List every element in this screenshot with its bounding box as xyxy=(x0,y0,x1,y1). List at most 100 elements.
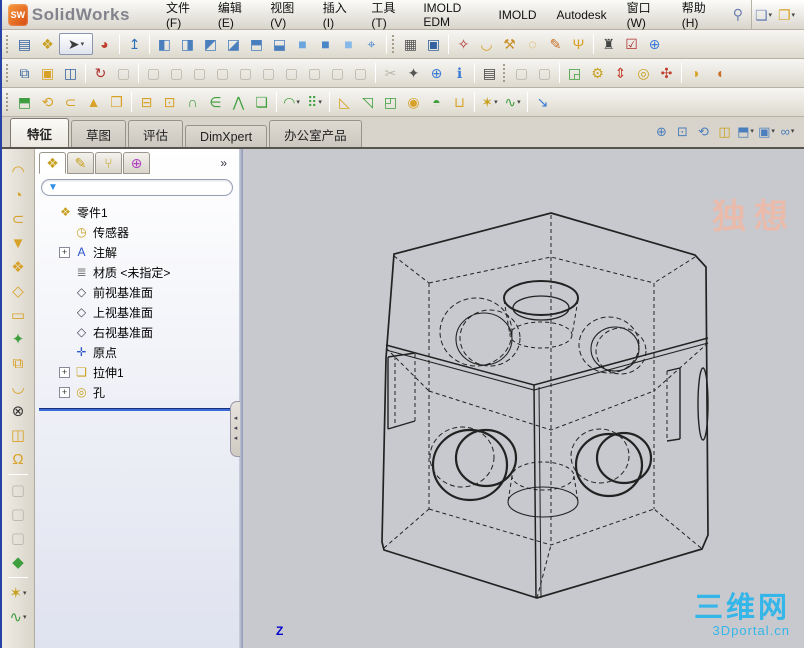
rollback-bar[interactable] xyxy=(39,408,235,411)
dropdown-arrow-icon[interactable]: ▾ xyxy=(791,127,795,135)
mirror-icon[interactable]: ⊔ xyxy=(448,91,471,113)
extruded-boss-icon[interactable]: ⬒ xyxy=(13,91,36,113)
properties-icon[interactable]: ▤ xyxy=(13,33,36,55)
dropdown-arrow-icon[interactable]: ▾ xyxy=(296,98,300,106)
zoom-to-fit-icon[interactable]: ⊕ xyxy=(651,121,672,141)
search-blue-icon[interactable]: ⊕ xyxy=(643,33,666,55)
dropdown-arrow-icon[interactable]: ▾ xyxy=(81,40,85,48)
view-iso-icon[interactable]: ■ xyxy=(291,33,314,55)
boundary-surface-icon[interactable]: ❖ xyxy=(6,255,30,279)
info-icon[interactable]: ℹ xyxy=(448,62,471,84)
tree-item[interactable]: + ◎ 孔 xyxy=(41,382,239,402)
fillet-surface-icon[interactable]: ◆ xyxy=(6,550,30,574)
swept-boss-icon[interactable]: ⊂ xyxy=(59,91,82,113)
menu-item-编辑(E)[interactable]: 编辑(E) xyxy=(208,0,260,34)
reference-geometry-icon[interactable]: ✶ ▾ xyxy=(6,581,30,605)
draft-icon[interactable]: ◹ xyxy=(356,91,379,113)
magic-wand-icon[interactable]: ✦ xyxy=(402,62,425,84)
zoom-to-area-icon[interactable]: ⊡ xyxy=(672,121,693,141)
paint-check-icon[interactable]: ✎ xyxy=(544,33,567,55)
view-cube-back-icon[interactable]: ◨ xyxy=(176,33,199,55)
shell-icon[interactable]: ◰ xyxy=(379,91,402,113)
tab-评估[interactable]: 评估 xyxy=(128,120,184,147)
tree-item[interactable]: ◇ 右视基准面 xyxy=(41,322,239,342)
design-checker-icon[interactable]: ☑ xyxy=(620,33,643,55)
menu-item-窗口(W)[interactable]: 窗口(W) xyxy=(617,0,672,34)
extruded-surface-icon[interactable]: ◠ xyxy=(6,159,30,183)
appearance-boat-icon[interactable]: ◗ xyxy=(685,62,708,84)
open-document-button[interactable]: ❐ ▾ xyxy=(775,4,798,26)
lofted-surface-icon[interactable]: ▼ xyxy=(6,231,30,255)
tree-item[interactable]: + A 注解 xyxy=(41,242,239,262)
fillet-icon[interactable]: ◠ ▾ xyxy=(280,91,303,113)
make-part-icon[interactable]: ❖ xyxy=(36,33,59,55)
print-preview-icon[interactable]: ▦ xyxy=(399,33,422,55)
tree-item[interactable]: + ❏ 拉伸1 xyxy=(41,362,239,382)
replace-face-icon[interactable]: ◫ xyxy=(6,423,30,447)
rib-icon[interactable]: ◺ xyxy=(333,91,356,113)
search-icon[interactable]: ⚲ xyxy=(725,6,751,23)
new-from-template-icon[interactable]: ⧉ xyxy=(13,62,36,84)
tab-特征[interactable]: 特征 xyxy=(10,118,70,147)
offset-surface-icon[interactable]: ◇ xyxy=(6,279,30,303)
menu-item-IMOLD EDM[interactable]: IMOLD EDM xyxy=(413,0,488,33)
untrim-surface-icon[interactable]: Ω xyxy=(6,447,30,471)
boundary-boss-icon[interactable]: ❒ xyxy=(105,91,128,113)
dropdown-arrow-icon[interactable]: ▾ xyxy=(769,11,773,19)
tree-item[interactable]: ◇ 前视基准面 xyxy=(41,282,239,302)
tab-草图[interactable]: 草图 xyxy=(71,120,127,147)
linear-pattern-icon[interactable]: ⠿ ▾ xyxy=(303,91,326,113)
save-icon[interactable]: ◫ xyxy=(59,62,82,84)
view-cube-top-icon[interactable]: ⬒ xyxy=(245,33,268,55)
report-table-icon[interactable]: ▤ xyxy=(478,62,501,84)
zoom-model-icon[interactable]: ◲ xyxy=(563,62,586,84)
magnify-part-icon[interactable]: ◎ xyxy=(632,62,655,84)
delete-face-icon[interactable]: ⊗ xyxy=(6,399,30,423)
menu-item-视图(V)[interactable]: 视图(V) xyxy=(260,0,312,34)
dropdown-arrow-icon[interactable]: ▾ xyxy=(750,127,754,135)
planar-surface-icon[interactable]: ▭ xyxy=(6,303,30,327)
dropdown-arrow-icon[interactable]: ▾ xyxy=(494,98,498,106)
dropdown-arrow-icon[interactable]: ▾ xyxy=(23,589,27,597)
menu-item-IMOLD[interactable]: IMOLD xyxy=(489,4,547,26)
open-recent-icon[interactable]: ▣ xyxy=(36,62,59,84)
dimxpertmanager-tab[interactable]: ⊕ xyxy=(123,152,150,174)
ruled-surface-icon[interactable]: ◡ xyxy=(6,375,30,399)
panel-overflow-chevron[interactable]: » xyxy=(220,156,235,170)
tree-filter-input[interactable]: ▼ xyxy=(41,179,233,196)
section-arrows-icon[interactable]: ⇕ xyxy=(609,62,632,84)
select-arrow-icon[interactable]: ➤ ▾ xyxy=(59,33,93,55)
hide-show-items-icon[interactable]: ∞ ▾ xyxy=(777,121,798,141)
move-entity-icon[interactable]: ↥ xyxy=(123,33,146,55)
curves-icon[interactable]: ∿ ▾ xyxy=(6,605,30,629)
expand-toggle[interactable]: + xyxy=(59,386,70,398)
expand-toggle[interactable]: + xyxy=(59,246,70,258)
view-trimetric-icon[interactable]: ■ xyxy=(314,33,337,55)
scene-boat-icon[interactable]: ◖ xyxy=(708,62,731,84)
dropdown-arrow-icon[interactable]: ▾ xyxy=(771,127,775,135)
new-document-button[interactable]: ❏ ▾ xyxy=(752,4,775,26)
menu-item-Autodesk[interactable]: Autodesk xyxy=(547,4,617,26)
search-round-icon[interactable]: ⊕ xyxy=(425,62,448,84)
menu-item-插入(I)[interactable]: 插入(I) xyxy=(313,0,362,34)
menu-item-文件(F)[interactable]: 文件(F) xyxy=(156,0,208,34)
view-cube-left-icon[interactable]: ◩ xyxy=(199,33,222,55)
revolved-surface-icon[interactable]: ◔ xyxy=(6,183,30,207)
view-cube-bottom-icon[interactable]: ⬓ xyxy=(268,33,291,55)
lofted-boss-icon[interactable]: ▲ xyxy=(82,91,105,113)
instant3d-icon[interactable]: ↘ xyxy=(531,91,554,113)
swept-surface-icon[interactable]: ⊂ xyxy=(6,207,30,231)
curves-icon[interactable]: ∿ ▾ xyxy=(501,91,524,113)
menu-item-工具(T)[interactable]: 工具(T) xyxy=(361,0,413,34)
curvature-icon[interactable]: ◌ xyxy=(521,33,544,55)
render-sphere-icon[interactable]: ◕ xyxy=(93,33,116,55)
propertymanager-tab[interactable]: ✎ xyxy=(67,152,94,174)
tree-item[interactable]: ❖ 零件1 xyxy=(41,202,239,222)
extruded-cut-icon[interactable]: ⊟ xyxy=(135,91,158,113)
hole-wizard-icon[interactable]: ⊡ xyxy=(158,91,181,113)
deviation-icon[interactable]: Ψ xyxy=(567,33,590,55)
rotate-view-icon[interactable]: ↻ xyxy=(89,62,112,84)
previous-view-icon[interactable]: ⟲ xyxy=(693,121,714,141)
graphics-viewport[interactable]: 独想 Z 三维网 3Dportal.cn xyxy=(243,149,804,648)
featuremanager-tab[interactable]: ❖ xyxy=(39,152,66,174)
